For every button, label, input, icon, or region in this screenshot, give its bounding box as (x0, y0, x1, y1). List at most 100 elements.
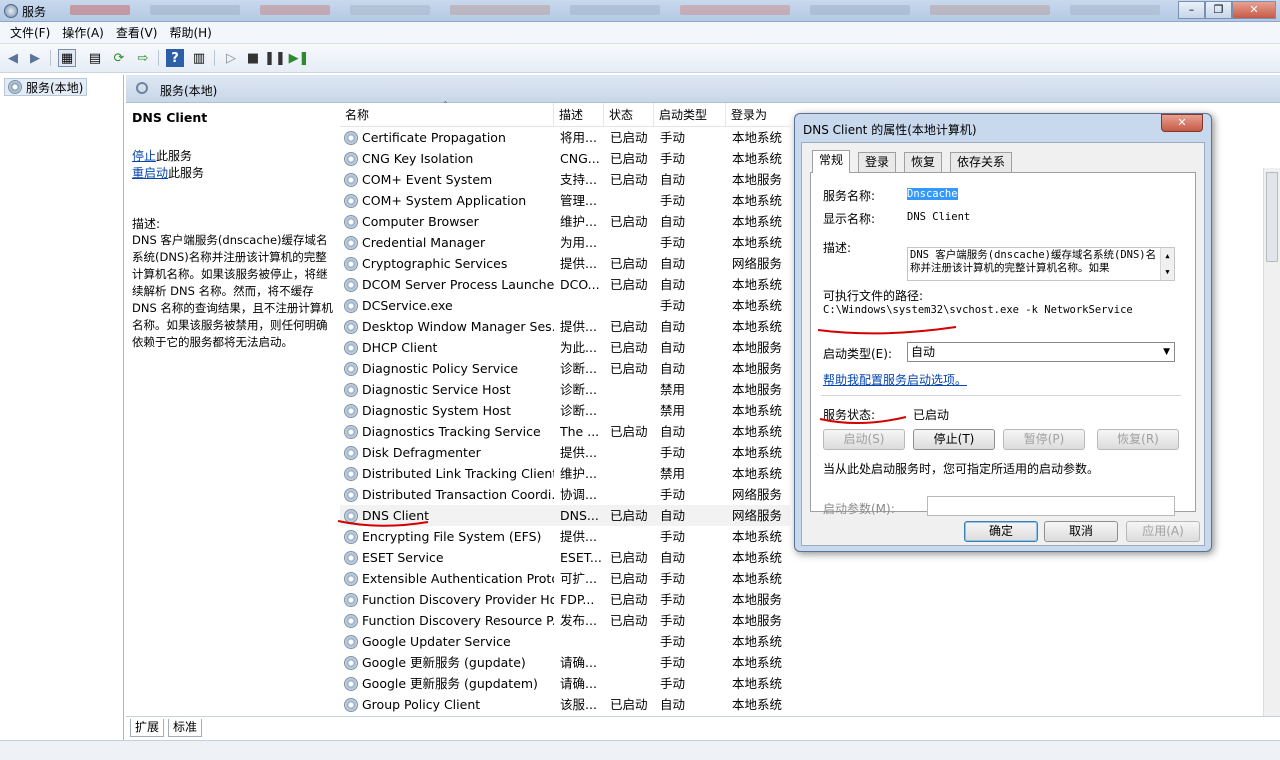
table-row[interactable]: Credential Manager 为用... 手动 本地系统 (340, 232, 790, 253)
service-name-cell: Computer Browser (344, 211, 554, 232)
start-service-icon[interactable]: ▷ (222, 49, 240, 67)
table-row[interactable]: Encrypting File System (EFS) 提供... 手动 本地系统 (340, 526, 790, 547)
dialog-close-button[interactable]: ✕ (1161, 114, 1203, 132)
tab-general[interactable]: 常规 (812, 150, 851, 173)
startup-type-cell: 自动 (660, 361, 686, 376)
table-row[interactable]: DCOM Server Process Launcher DCO... 已启动 自动 本… (340, 274, 790, 295)
status-cell (610, 295, 656, 316)
properties-sheet-icon[interactable]: ▤ (86, 49, 104, 67)
startup-type-cell: 自动 (660, 340, 686, 355)
background-tab-blur (1070, 5, 1160, 15)
table-row[interactable]: DHCP Client 为此... 已启动 自动 本地服务 (340, 337, 790, 358)
show-hide-console-tree-icon[interactable]: ▦ (58, 49, 76, 67)
stop-button[interactable]: 停止(T) (913, 429, 995, 450)
table-row[interactable]: Diagnostic System Host 诊断... 禁用 本地系统 (340, 400, 790, 421)
table-row[interactable]: Diagnostic Policy Service 诊断... 已启动 自动 本地服务 (340, 358, 790, 379)
stop-service-link[interactable]: 停止 (132, 149, 156, 163)
description-textbox[interactable]: DNS 客户端服务(dnscache)缓存域名系统(DNS)名称并注册该计算机的… (907, 247, 1175, 281)
gear-icon (344, 425, 358, 439)
tab-recovery[interactable]: 恢复 (904, 152, 943, 172)
restart-service-icon[interactable]: ▶❚ (289, 49, 310, 67)
menu-action[interactable]: 操作(A) (62, 24, 104, 41)
back-arrow-icon[interactable]: ◀ (4, 49, 22, 67)
divider (821, 395, 1181, 396)
tab-dependencies[interactable]: 依存关系 (950, 152, 1013, 172)
table-row[interactable]: Diagnostics Tracking Service The ... 已启动 自动… (340, 421, 790, 442)
resume-button[interactable]: 恢复(R) (1097, 429, 1179, 450)
menu-help[interactable]: 帮助(H) (169, 24, 211, 41)
table-row[interactable]: COM+ Event System 支持... 已启动 自动 本地服务 (340, 169, 790, 190)
table-row[interactable]: Desktop Window Manager Ses... 提供... 已启动 自动 本… (340, 316, 790, 337)
table-row[interactable]: Google 更新服务 (gupdate) 请确... 手动 本地系统 (340, 652, 790, 673)
table-row[interactable]: Function Discovery Provider Host FDP... 已启… (340, 589, 790, 610)
tab-extended[interactable]: 扩展 (130, 719, 165, 737)
table-row[interactable]: Cryptographic Services 提供... 已启动 自动 网络服务 (340, 253, 790, 274)
table-row[interactable]: DCService.exe 手动 本地系统 (340, 295, 790, 316)
minimize-button[interactable]: – (1178, 1, 1205, 19)
display-name-value[interactable]: DNS Client (907, 211, 970, 223)
status-cell (610, 463, 656, 484)
table-row[interactable]: Distributed Transaction Coordi... 协调... 手动… (340, 484, 790, 505)
table-row[interactable]: Google Updater Service 手动 本地系统 (340, 631, 790, 652)
table-row[interactable]: Distributed Link Tracking Client 维护... 禁用 本… (340, 463, 790, 484)
maximize-button[interactable]: ❐ (1205, 1, 1232, 19)
table-row[interactable]: ESET Service ESET... 已启动 自动 本地系统 (340, 547, 790, 568)
forward-arrow-icon[interactable]: ▶ (26, 49, 44, 67)
startup-type-cell: 禁用 (660, 403, 686, 418)
service-name-text: Credential Manager (362, 235, 486, 250)
help-icon[interactable]: ? (166, 49, 184, 67)
tab-logon[interactable]: 登录 (858, 152, 897, 172)
service-name-cell: CNG Key Isolation (344, 148, 554, 169)
table-row[interactable]: Certificate Propagation 将用... 已启动 手动 本地系统 (340, 127, 790, 148)
table-row[interactable]: Extensible Authentication Proto... 可扩... 已… (340, 568, 790, 589)
column-header-logon-as[interactable]: 登录为 (726, 103, 790, 127)
list-header: 名称 ⌃ 描述 状态 启动类型 登录为 (340, 100, 790, 127)
table-row[interactable]: Diagnostic Service Host 诊断... 禁用 本地服务 (340, 379, 790, 400)
start-button[interactable]: 启动(S) (823, 429, 905, 450)
table-row[interactable]: Computer Browser 维护... 已启动 自动 本地系统 (340, 211, 790, 232)
table-row[interactable]: DNS Client DNS... 已启动 自动 网络服务 (340, 505, 790, 526)
menu-file[interactable]: 文件(F) (10, 24, 50, 41)
scrollbar-thumb[interactable] (1266, 172, 1278, 262)
tab-standard[interactable]: 标准 (168, 719, 203, 737)
stop-service-icon[interactable]: ■ (244, 49, 262, 67)
startup-type-dropdown[interactable]: 自动 ▼ (907, 342, 1175, 362)
column-header-description[interactable]: 描述 (554, 103, 604, 127)
description-scrollbar[interactable]: ▲ ▼ (1160, 248, 1174, 280)
export-list-icon[interactable]: ⇨ (134, 49, 152, 67)
table-row[interactable]: Function Discovery Resource P... 发布... 已启动… (340, 610, 790, 631)
service-status-value: 已启动 (913, 408, 950, 422)
ok-button[interactable]: 确定 (964, 521, 1038, 542)
pause-button[interactable]: 暂停(P) (1003, 429, 1085, 450)
help-configure-startup-link[interactable]: 帮助我配置服务启动选项。 (823, 371, 967, 388)
logon-as-cell: 本地系统 (732, 676, 783, 691)
executable-path-value[interactable]: C:\Windows\system32\svchost.exe -k Netwo… (823, 304, 1133, 316)
service-name-value[interactable]: Dnscache (907, 188, 958, 200)
status-cell: 已启动 (610, 613, 648, 628)
pause-service-icon[interactable]: ❚❚ (264, 49, 286, 67)
apply-button[interactable]: 应用(A) (1126, 521, 1200, 542)
table-row[interactable]: Disk Defragmenter 提供... 手动 本地系统 (340, 442, 790, 463)
startup-type-cell: 手动 (660, 130, 686, 145)
restart-service-link[interactable]: 重启动 (132, 166, 168, 180)
table-row[interactable]: COM+ System Application 管理... 手动 本地系统 (340, 190, 790, 211)
menu-view[interactable]: 查看(V) (116, 24, 158, 41)
table-row[interactable]: CNG Key Isolation CNG... 已启动 手动 本地系统 (340, 148, 790, 169)
table-row[interactable]: Google 更新服务 (gupdatem) 请确... 手动 本地系统 (340, 673, 790, 694)
tree-node-label: 服务(本地) (26, 80, 84, 95)
close-button[interactable]: ✕ (1232, 1, 1276, 19)
column-header-startup-type[interactable]: 启动类型 (654, 103, 726, 127)
list-vertical-scrollbar[interactable] (1263, 168, 1280, 718)
table-row[interactable]: Group Policy Client 该服... 已启动 自动 本地系统 (340, 694, 790, 715)
gear-icon (344, 215, 358, 229)
start-params-input[interactable] (927, 496, 1175, 516)
restart-service-suffix: 此服务 (168, 166, 205, 180)
background-tab-blur (150, 5, 240, 15)
cancel-button[interactable]: 取消 (1044, 521, 1118, 542)
tree-node-services-local[interactable]: 服务(本地) (4, 78, 88, 96)
startup-type-cell: 手动 (660, 487, 686, 502)
column-header-status[interactable]: 状态 (604, 103, 654, 127)
background-tab-blur (570, 5, 660, 15)
show-action-pane-icon[interactable]: ▥ (190, 49, 208, 67)
refresh-icon[interactable]: ⟳ (110, 49, 128, 67)
